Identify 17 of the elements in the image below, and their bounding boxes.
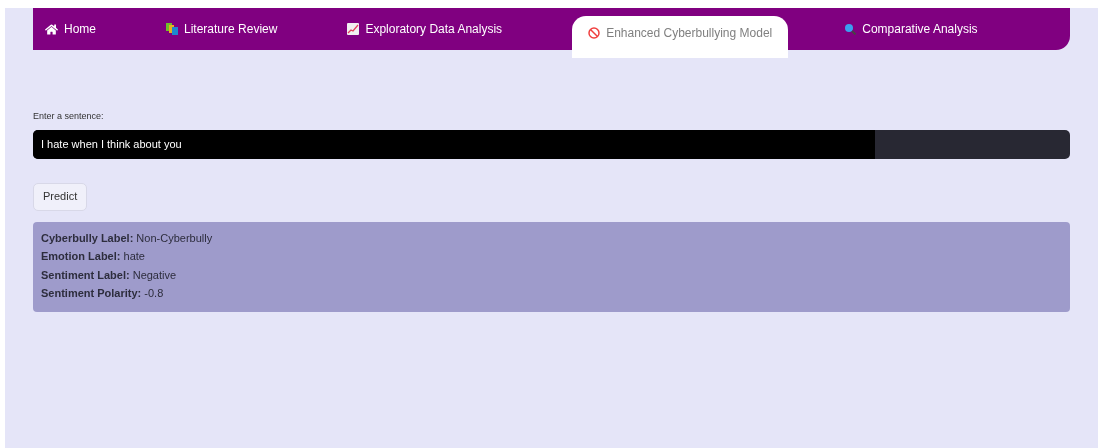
nav-tab[interactable]: Literature Review <box>166 20 278 38</box>
chart-icon <box>347 23 360 35</box>
result-line: Emotion Label: hate <box>41 249 146 264</box>
result-line: Sentiment Polarity: -0.8 <box>41 286 165 301</box>
nav-tab[interactable]: Exploratory Data Analysis <box>347 20 503 38</box>
sentence-input-field[interactable]: I hate when I think about you <box>33 129 1070 159</box>
books-icon <box>166 23 178 35</box>
result-line: Cyberbully Label: Non-Cyberbully <box>41 230 214 246</box>
home-icon <box>45 22 58 36</box>
result-line: Sentiment Label: Negative <box>41 267 178 283</box>
predict-button[interactable]: Predict <box>33 182 88 211</box>
field-label: Enter a sentence: <box>33 110 105 123</box>
nav-tab[interactable]: Enhanced Cyberbullying Model <box>572 16 789 58</box>
nav-tab[interactable]: Comparative Analysis <box>844 20 978 38</box>
magnifier-icon <box>844 23 857 35</box>
nav-tab[interactable]: Home <box>45 20 96 38</box>
prohibited-icon <box>588 27 601 39</box>
